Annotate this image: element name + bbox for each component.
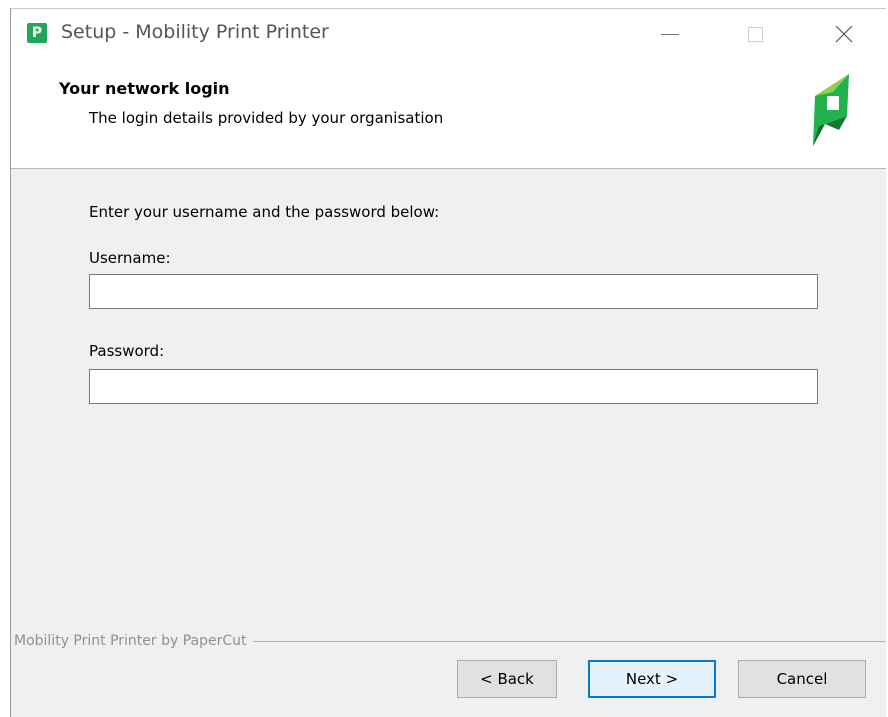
title-bar[interactable]: P Setup - Mobility Print Printer	[11, 9, 886, 59]
username-input[interactable]	[89, 274, 818, 309]
close-button[interactable]	[821, 9, 867, 59]
minimize-button[interactable]	[647, 9, 693, 59]
branding-group-line: Mobility Print Printer by PaperCut	[11, 633, 886, 649]
papercut-app-icon: P	[27, 23, 47, 43]
branding-label: Mobility Print Printer by PaperCut	[14, 633, 247, 649]
minimize-icon	[661, 33, 679, 35]
setup-window: P Setup - Mobility Print Printer Your ne…	[10, 8, 886, 717]
wizard-content: Enter your username and the password bel…	[11, 169, 886, 717]
maximize-icon	[747, 26, 763, 42]
cancel-button[interactable]: Cancel	[738, 660, 866, 698]
back-button[interactable]: < Back	[457, 660, 557, 698]
divider	[252, 640, 886, 642]
next-button[interactable]: Next >	[588, 660, 716, 698]
instruction-text: Enter your username and the password bel…	[89, 203, 440, 221]
page-title: Your network login	[59, 79, 230, 98]
papercut-logo-icon	[813, 74, 849, 146]
password-input[interactable]	[89, 369, 818, 404]
maximize-button[interactable]	[732, 9, 778, 59]
username-label: Username:	[89, 249, 171, 267]
window-title: Setup - Mobility Print Printer	[61, 21, 329, 43]
wizard-header: Your network login The login details pro…	[11, 59, 886, 169]
page-subtitle: The login details provided by your organ…	[89, 109, 444, 127]
close-icon	[835, 25, 853, 43]
password-label: Password:	[89, 342, 165, 360]
